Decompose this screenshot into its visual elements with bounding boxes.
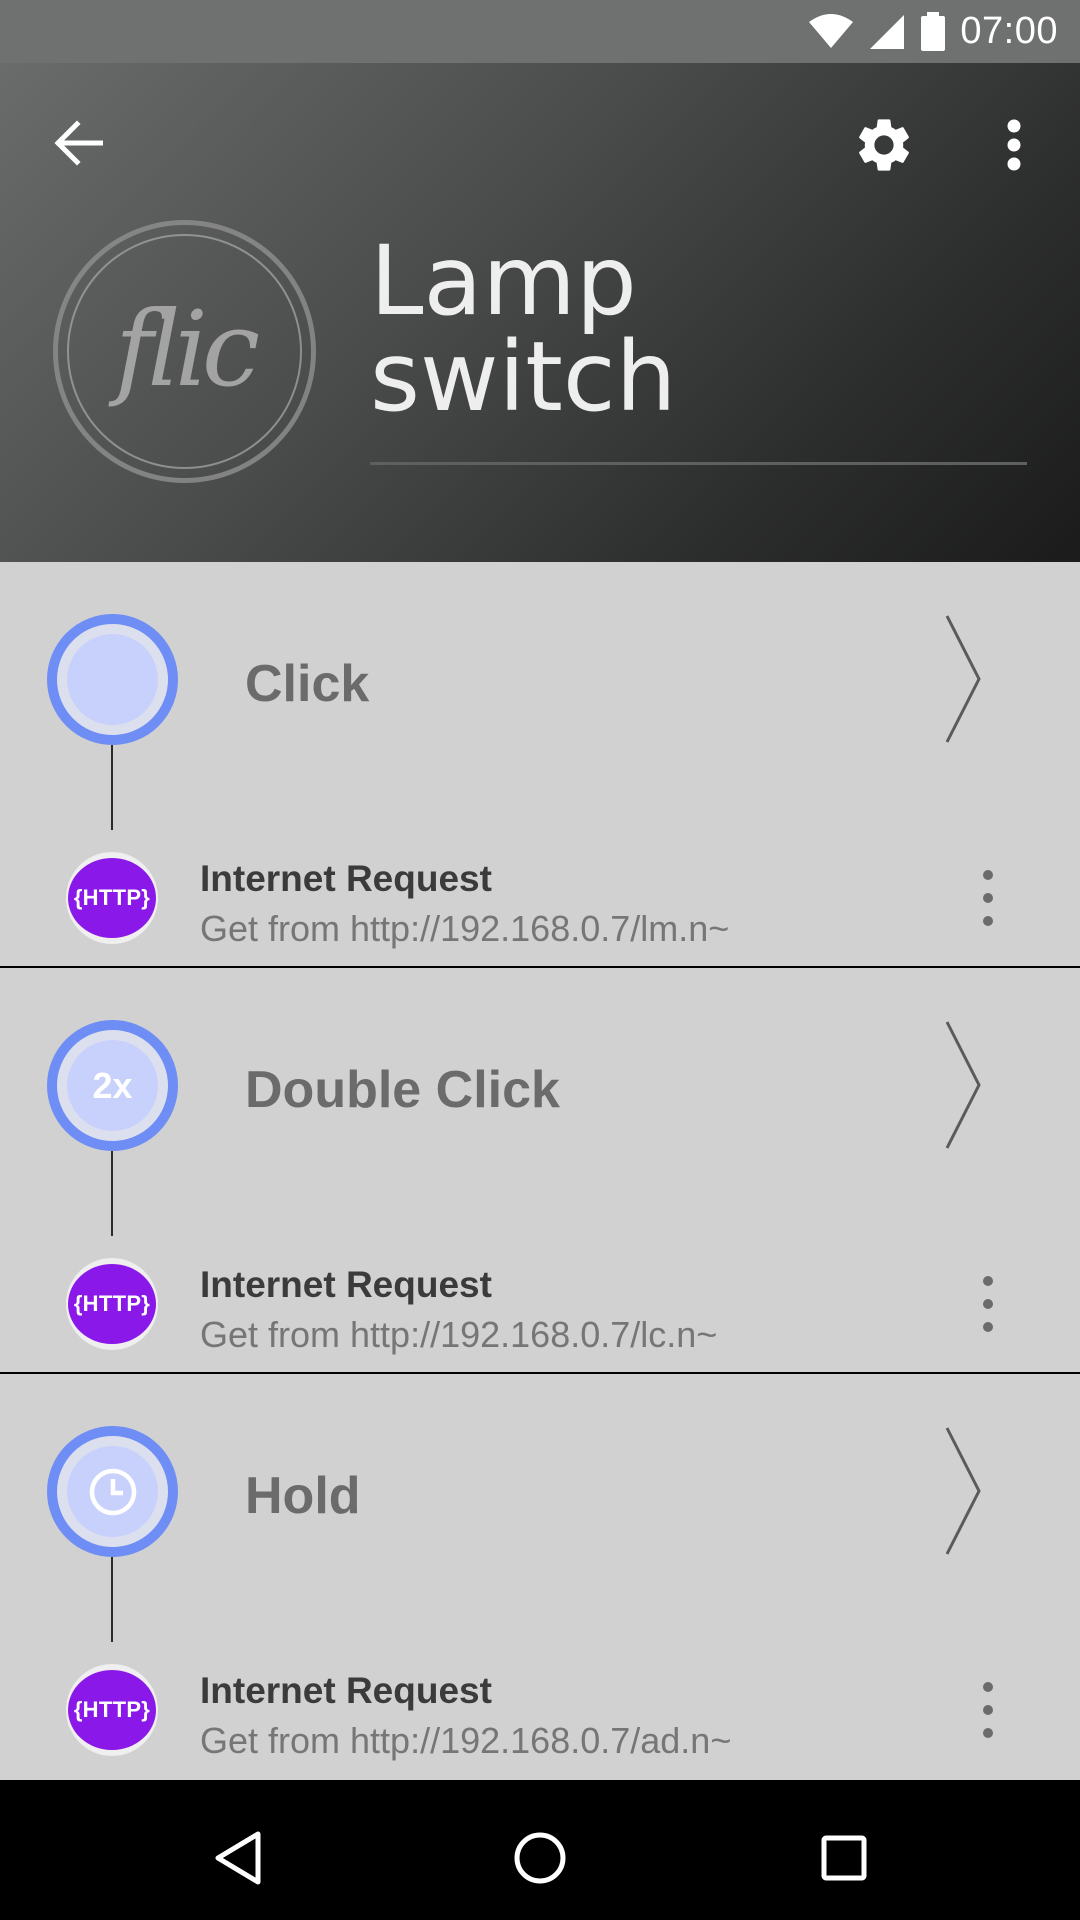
trigger-row-double-click[interactable]: 2x Double Click — [0, 968, 1080, 1204]
gear-icon — [859, 119, 909, 171]
more-dot — [983, 1276, 993, 1286]
trigger-label: Hold — [245, 1467, 361, 1525]
battery-icon — [921, 11, 946, 51]
http-badge-label: {HTTP} — [68, 858, 156, 938]
section-double-click: 2x Double Click {HTTP} Internet Request … — [0, 968, 1080, 1372]
action-more-button[interactable] — [970, 1276, 1006, 1332]
flic-button-logo[interactable]: flic — [53, 220, 316, 483]
more-dot — [983, 1682, 993, 1692]
back-button[interactable] — [48, 113, 108, 173]
action-title: Internet Request — [200, 858, 492, 899]
button-name-field[interactable]: Lamp switch — [370, 233, 1028, 465]
action-title: Internet Request — [200, 1670, 492, 1711]
nav-home-button[interactable] — [504, 1822, 576, 1894]
nav-back-button[interactable] — [202, 1822, 274, 1894]
trigger-row-click[interactable]: Click — [0, 562, 1080, 798]
trigger-label: Click — [245, 655, 370, 713]
more-dot — [983, 870, 993, 880]
http-badge-label: {HTTP} — [68, 1670, 156, 1750]
action-subtitle: Get from http://192.168.0.7/lm.n~ — [200, 908, 730, 949]
flic-logo-inner: flic — [67, 234, 302, 469]
status-time: 07:00 — [960, 10, 1058, 52]
click-trigger-icon — [47, 614, 178, 745]
double-click-core: 2x — [67, 1040, 158, 1131]
http-badge-label: {HTTP} — [68, 1264, 156, 1344]
action-subtitle: Get from http://192.168.0.7/lc.n~ — [200, 1314, 718, 1355]
action-row[interactable]: {HTTP} Internet Request Get from http://… — [0, 1610, 1080, 1778]
system-nav-bar — [0, 1794, 1080, 1920]
more-vertical-icon — [1007, 119, 1021, 171]
chevron-right-icon — [945, 1021, 981, 1149]
nav-home-icon — [514, 1832, 566, 1884]
nav-recents-button[interactable] — [808, 1822, 880, 1894]
trigger-row-hold[interactable]: Hold — [0, 1374, 1080, 1610]
hold-trigger-core — [67, 1446, 158, 1537]
name-underline — [370, 462, 1027, 465]
action-row[interactable]: {HTTP} Internet Request Get from http://… — [0, 798, 1080, 966]
status-bar: 07:00 — [0, 0, 1080, 63]
action-title: Internet Request — [200, 1264, 492, 1305]
wifi-icon — [809, 13, 854, 48]
nav-back-icon — [215, 1831, 261, 1885]
flic-logo-text: flic — [114, 287, 260, 410]
double-click-trigger-icon: 2x — [47, 1020, 178, 1151]
more-dot — [983, 1705, 993, 1715]
trigger-label: Double Click — [245, 1061, 560, 1119]
more-options-button[interactable] — [990, 113, 1038, 177]
http-icon: {HTTP} — [66, 1258, 158, 1350]
hold-trigger-icon — [47, 1426, 178, 1557]
button-name-line2: switch — [370, 321, 677, 433]
clock-icon — [89, 1468, 136, 1515]
trigger-sections: Click {HTTP} Internet Request Get from h… — [0, 562, 1080, 1780]
more-dot — [983, 893, 993, 903]
action-row[interactable]: {HTTP} Internet Request Get from http://… — [0, 1204, 1080, 1372]
more-dot — [983, 916, 993, 926]
more-dot — [983, 1728, 993, 1738]
cell-signal-icon — [870, 14, 905, 49]
action-subtitle: Get from http://192.168.0.7/ad.n~ — [200, 1720, 732, 1761]
action-more-button[interactable] — [970, 870, 1006, 926]
http-icon: {HTTP} — [66, 1664, 158, 1756]
chevron-right-icon — [945, 615, 981, 743]
click-trigger-core — [67, 634, 158, 725]
http-icon: {HTTP} — [66, 852, 158, 944]
section-click: Click {HTTP} Internet Request Get from h… — [0, 562, 1080, 966]
button-header: flic Lamp switch — [0, 63, 1080, 562]
button-name-line1: Lamp — [370, 225, 637, 337]
more-dot — [983, 1299, 993, 1309]
chevron-right-icon — [945, 1427, 981, 1555]
settings-button[interactable] — [846, 107, 922, 183]
arrow-back-icon — [54, 120, 103, 166]
section-hold: Hold {HTTP} Internet Request Get from ht… — [0, 1374, 1080, 1780]
action-more-button[interactable] — [970, 1682, 1006, 1738]
more-dot — [983, 1322, 993, 1332]
status-icons: 07:00 — [808, 0, 1058, 63]
nav-recents-icon — [821, 1835, 867, 1881]
